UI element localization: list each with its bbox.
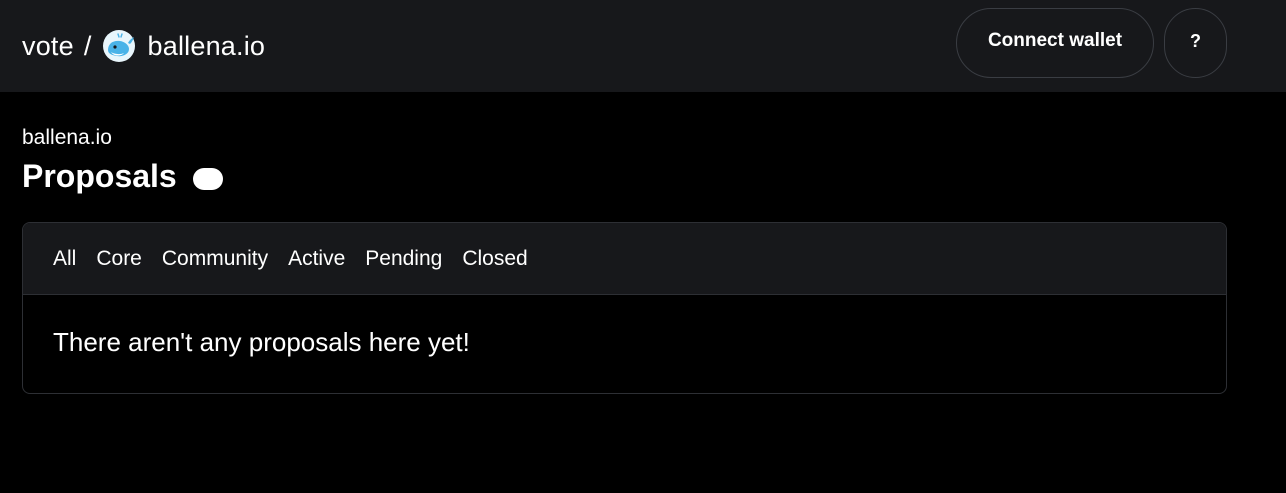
proposal-count-badge	[192, 167, 223, 190]
filter-tabs: All Core Community Active Pending Closed	[23, 223, 1226, 295]
proposals-panel: All Core Community Active Pending Closed…	[22, 222, 1227, 394]
tab-closed[interactable]: Closed	[462, 247, 527, 271]
page-title: Proposals	[22, 158, 223, 195]
empty-state-message: There aren't any proposals here yet!	[53, 327, 470, 357]
tab-pending[interactable]: Pending	[365, 247, 442, 271]
app-name-link[interactable]: vote	[22, 31, 74, 62]
help-button[interactable]: ?	[1164, 8, 1227, 78]
page-title-text: Proposals	[22, 158, 177, 194]
tab-all[interactable]: All	[53, 247, 76, 271]
connect-wallet-button[interactable]: Connect wallet	[956, 8, 1154, 78]
whale-icon	[102, 29, 136, 63]
tab-active[interactable]: Active	[288, 247, 345, 271]
space-name-link[interactable]: ballena.io	[148, 31, 266, 62]
tab-core[interactable]: Core	[96, 247, 142, 271]
breadcrumb-separator: /	[83, 30, 92, 61]
top-navbar: vote / ballena.io Connect wallet ?	[0, 0, 1286, 92]
tab-community[interactable]: Community	[162, 247, 268, 271]
brand-breadcrumb: vote / ballena.io	[22, 26, 265, 66]
space-name-label: ballena.io	[22, 126, 112, 149]
